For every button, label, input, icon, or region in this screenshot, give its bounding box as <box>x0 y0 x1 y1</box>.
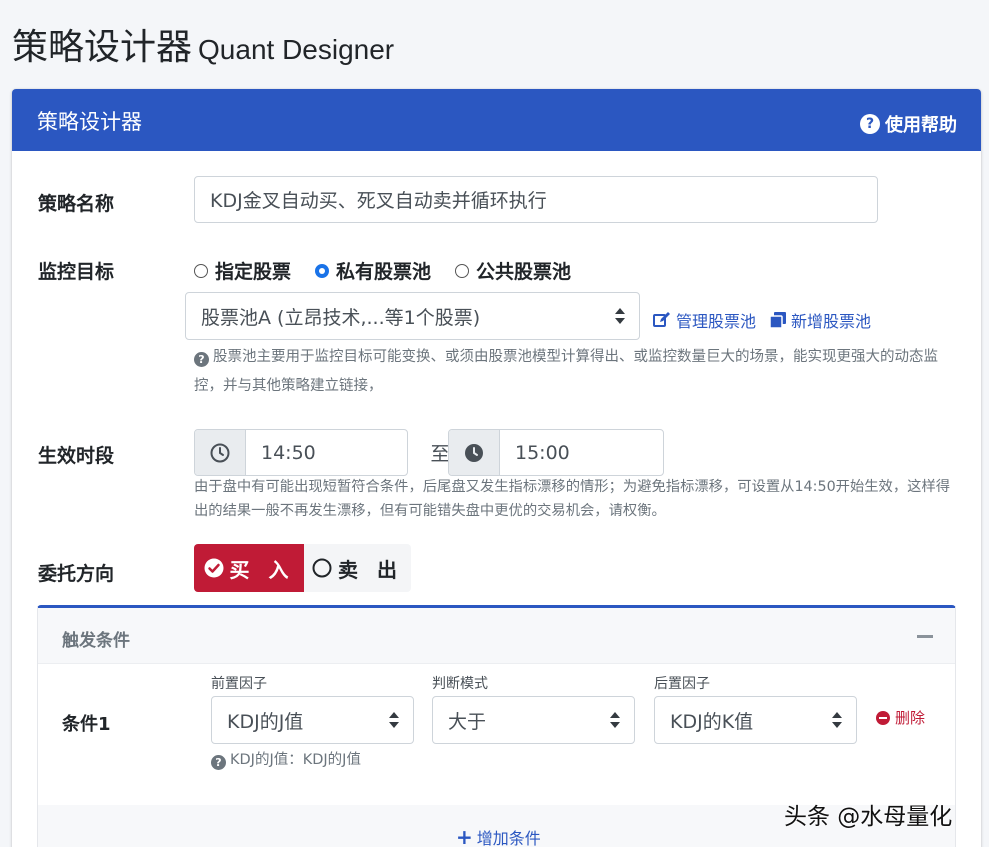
mode-select[interactable]: 大于 <box>432 696 635 744</box>
end-time-group[interactable]: 15:00 <box>448 429 664 476</box>
watermark: 头条 @水母量化 <box>784 804 953 830</box>
stock-pool-select[interactable]: 股票池A (立昂技术,...等1个股票) <box>185 292 640 340</box>
mode-label: 判断模式 <box>432 676 488 692</box>
trigger-title: 触发条件 <box>62 631 130 651</box>
radio-private-pool[interactable]: 私有股票池 <box>315 257 431 284</box>
card-header: 策略设计器 ? 使用帮助 <box>12 89 981 151</box>
effective-time-hint: 由于盘中有可能出现短暂符合条件，后尾盘又发生指标漂移的情形；为避免指标漂移，可设… <box>194 479 951 519</box>
plus-icon: + <box>456 825 473 847</box>
pool-hint: ? 股票池主要用于监控目标可能变换、或须由股票池模型计算得出、或监控数量巨大的场景… <box>194 349 938 394</box>
delete-condition-button[interactable]: 删除 <box>876 707 925 728</box>
condition-hint: ? KDJ的J值：KDJ的J值 <box>211 746 361 775</box>
add-condition-button[interactable]: + 增加条件 <box>456 825 541 847</box>
page-title: 策略设计器 Quant Designer <box>12 27 395 68</box>
question-circle-icon: ? <box>211 755 226 770</box>
direction-label: 委托方向 <box>38 563 115 585</box>
pre-factor-label: 前置因子 <box>211 676 267 692</box>
edit-icon <box>653 312 670 327</box>
select-arrows-icon <box>610 712 620 728</box>
help-button[interactable]: ? 使用帮助 <box>860 111 957 137</box>
clock-solid-icon <box>449 430 500 475</box>
post-factor-label: 后置因子 <box>654 676 710 692</box>
condition-1-label: 条件1 <box>62 714 111 735</box>
clock-outline-icon <box>195 430 246 475</box>
start-time-group[interactable]: 14:50 <box>194 429 408 476</box>
copy-icon <box>770 312 786 328</box>
pre-factor-select[interactable]: KDJ的J值 <box>211 696 414 744</box>
radio-specified-stock[interactable]: 指定股票 <box>194 257 291 284</box>
end-time-input[interactable]: 15:00 <box>500 430 663 475</box>
radio-public-pool[interactable]: 公共股票池 <box>455 257 571 284</box>
designer-card: 策略设计器 ? 使用帮助 策略名称 KDJ金叉自动买、死叉自动卖并循环执行 监控… <box>12 89 981 847</box>
buy-button[interactable]: 买 入 <box>194 544 304 592</box>
manage-pool-link[interactable]: 管理股票池 <box>653 308 756 332</box>
strategy-name-input[interactable]: KDJ金叉自动买、死叉自动卖并循环执行 <box>194 176 878 223</box>
start-time-input[interactable]: 14:50 <box>246 430 407 475</box>
question-circle-icon: ? <box>860 114 880 134</box>
check-circle-icon <box>204 558 224 578</box>
radio-circle-icon <box>455 263 470 278</box>
trigger-header: 触发条件 <box>38 608 955 664</box>
sell-button[interactable]: 卖 出 <box>304 544 411 592</box>
new-pool-link[interactable]: 新增股票池 <box>770 308 871 332</box>
monitor-target-radios: 指定股票 私有股票池 公共股票池 <box>194 257 571 284</box>
select-arrows-icon <box>389 712 399 728</box>
page-subtitle: Quant Designer <box>198 34 395 65</box>
question-circle-icon: ? <box>194 352 209 367</box>
select-arrows-icon <box>832 712 842 728</box>
minus-circle-icon <box>876 710 890 725</box>
collapse-minus-icon[interactable] <box>917 635 933 638</box>
monitor-target-label: 监控目标 <box>38 261 115 283</box>
strategy-name-label: 策略名称 <box>38 193 115 215</box>
effective-time-label: 生效时段 <box>38 445 115 467</box>
post-factor-select[interactable]: KDJ的K值 <box>654 696 857 744</box>
radio-checked-icon <box>315 263 330 278</box>
card-title: 策略设计器 <box>37 110 142 134</box>
select-arrows-icon <box>615 308 625 324</box>
help-label: 使用帮助 <box>885 115 957 136</box>
circle-outline-icon <box>312 558 332 578</box>
radio-circle-icon <box>194 263 208 278</box>
